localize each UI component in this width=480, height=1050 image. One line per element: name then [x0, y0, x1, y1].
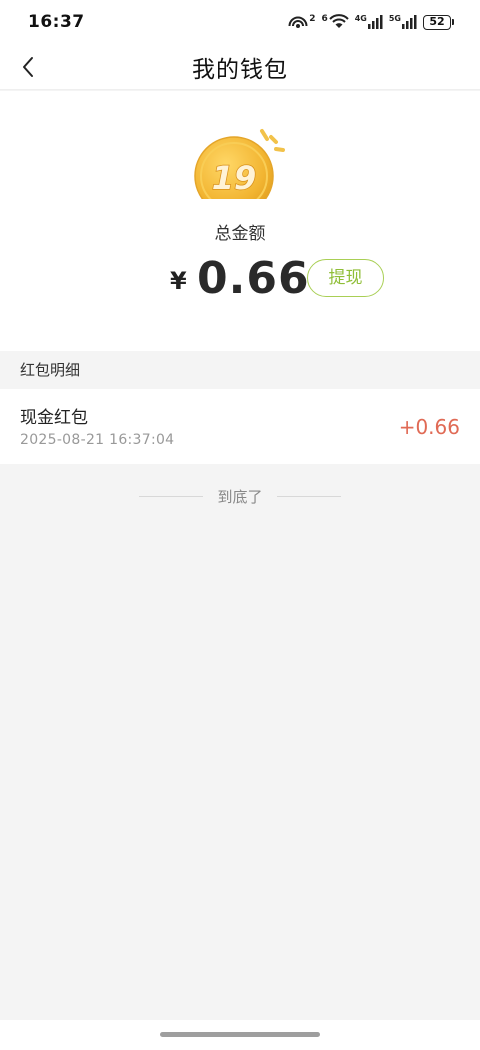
status-time: 16:37 — [28, 12, 85, 32]
wifi-icon: 6 — [321, 14, 349, 30]
home-indicator[interactable] — [160, 1032, 320, 1037]
wifi-label: 6 — [321, 14, 328, 24]
page-title: 我的钱包 — [192, 56, 288, 83]
battery-tip — [452, 19, 454, 25]
end-of-list: 到底了 — [0, 484, 480, 508]
record-title: 现金红包 — [20, 408, 88, 428]
hotspot-label: 2 — [309, 14, 316, 24]
back-button[interactable] — [12, 50, 44, 84]
end-of-list-text: 到底了 — [217, 487, 263, 506]
record-amount: +0.66 — [398, 415, 460, 439]
status-bar: 16:37 2 6 4G 5G 52 — [0, 0, 480, 44]
signal-5g-icon: 5G — [389, 14, 417, 30]
divider-line-right — [276, 495, 341, 497]
balance-amount: 0.66 — [197, 253, 310, 304]
records-section-title: 红包明细 — [0, 351, 480, 389]
coin-label: 19 — [212, 159, 257, 197]
nav-bar: 我的钱包 — [0, 44, 480, 90]
battery-icon: 52 — [423, 14, 454, 30]
signal-4g-icon: 4G — [355, 14, 383, 30]
record-time: 2025-08-21 16:37:04 — [20, 432, 175, 448]
divider-line-left — [139, 495, 204, 497]
status-icons: 2 6 4G 5G 52 — [288, 14, 454, 30]
hotspot-icon: 2 — [288, 14, 315, 30]
signal-5g-label: 5G — [388, 14, 401, 23]
chevron-left-icon — [23, 57, 33, 77]
battery-level: 52 — [423, 14, 451, 30]
withdraw-button[interactable]: 提现 — [307, 259, 384, 297]
coin-19-icon: 19 — [192, 109, 288, 216]
bottom-bar — [0, 1020, 480, 1050]
total-amount-label: 总金额 — [214, 224, 266, 244]
record-row[interactable]: 现金红包 2025-08-21 16:37:04 +0.66 — [0, 389, 480, 464]
balance-row: ¥ 0.66 提现 — [0, 251, 480, 307]
signal-4g-label: 4G — [354, 14, 367, 23]
currency-symbol: ¥ — [170, 267, 187, 295]
balance-card: 19 总金额 ¥ 0.66 提现 — [0, 91, 480, 351]
